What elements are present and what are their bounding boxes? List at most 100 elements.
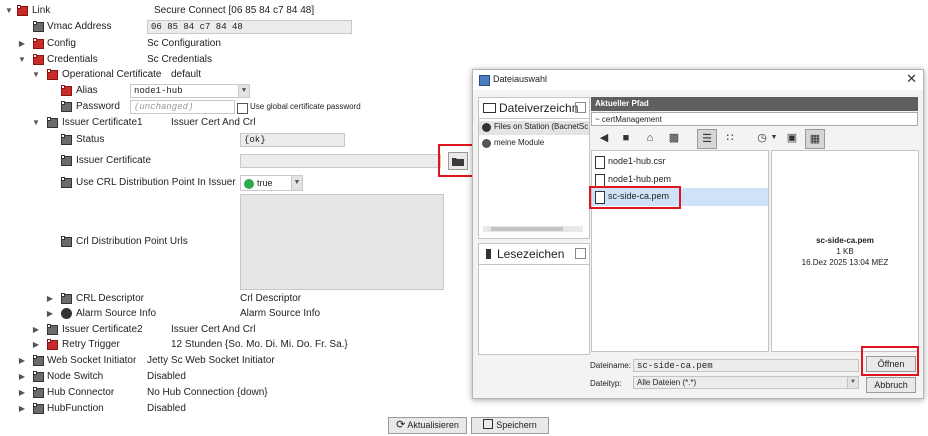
global-password-checkbox[interactable] (237, 103, 248, 114)
tree-label: Hub Connector (47, 387, 115, 398)
scroll-thumb[interactable] (491, 227, 563, 231)
dialog-title-bar[interactable]: Dateiauswahl ✕ (473, 70, 923, 90)
detach-icon[interactable] (575, 102, 586, 113)
save-label: Speichern (496, 420, 537, 430)
password-field[interactable]: (unchanged) (130, 100, 235, 114)
expand-arrow-icon[interactable]: ▶ (17, 36, 27, 52)
tree-row-hub-function[interactable]: ▶ HubFunction Disabled (0, 401, 470, 417)
monitor-icon (483, 103, 496, 113)
filename-input[interactable]: sc-side-ca.pem (633, 359, 859, 372)
tree-row-issuer-certificate2[interactable]: ▶ Issuer Certificate2 Issuer Cert And Cr… (0, 322, 470, 338)
expand-arrow-icon[interactable]: ▼ (17, 52, 27, 68)
highlight-selected-file (589, 186, 681, 209)
root-item-modules[interactable]: meine Module (479, 137, 589, 151)
tree-row-web-socket-initiator[interactable]: ▶ Web Socket Initiator Jetty Sc Web Sock… (0, 353, 470, 369)
expand-arrow-icon[interactable]: ▶ (17, 353, 27, 369)
cancel-button[interactable]: Abbruch (866, 377, 916, 393)
expand-arrow-icon[interactable]: ▶ (45, 306, 55, 322)
tree-row-retry-trigger[interactable]: ▶ Retry Trigger 12 Stunden {So. Mo. Di. … (0, 337, 470, 353)
preview-panel: sc-side-ca.pem 1 KB 16.Dez 2025 13:04 ME… (771, 150, 919, 352)
preview-name: sc-side-ca.pem (816, 236, 874, 245)
tree-row-alarm-source-info[interactable]: ▶ Alarm Source Info Alarm Source Info (0, 306, 470, 322)
chevron-down-icon[interactable]: ▼ (291, 176, 302, 190)
expand-arrow-icon[interactable]: ▶ (17, 369, 27, 385)
tree-row-crl-descriptor[interactable]: ▶ CRL Descriptor Crl Descriptor (0, 291, 470, 307)
tree-row-operational-certificate[interactable]: ▼ Operational Certificate default (0, 67, 470, 83)
chevron-down-icon[interactable]: ▼ (847, 377, 858, 388)
crl-use-value: true (257, 178, 273, 188)
expand-arrow-icon[interactable]: ▶ (31, 337, 41, 353)
details-view-icon[interactable]: ∷ (721, 129, 739, 147)
detach-icon[interactable] (575, 248, 586, 259)
tree-value: Secure Connect [06 85 84 c7 84 48] (154, 5, 315, 16)
filename-label: Dateiname: (590, 361, 631, 370)
expand-arrow-icon[interactable]: ▶ (45, 291, 55, 307)
brick-icon (33, 387, 44, 398)
tree-label: Web Socket Initiator (47, 355, 137, 366)
file-chooser-dialog: Dateiauswahl ✕ Dateiverzeichn Files on S… (472, 69, 924, 399)
expand-arrow-icon[interactable]: ▼ (4, 3, 14, 19)
chevron-down-icon[interactable]: ▼ (238, 85, 249, 97)
tree-label: Operational Certificate (62, 69, 162, 80)
new-folder-icon[interactable]: ▩ (665, 129, 683, 147)
preview-toggle-icon[interactable]: ▦ (805, 129, 825, 149)
list-view-icon[interactable]: ☰ (697, 129, 717, 149)
tree-row-config[interactable]: ▶ Config Sc Configuration (0, 36, 470, 52)
dialog-title: Dateiauswahl (493, 74, 548, 84)
brick-icon (47, 339, 58, 350)
close-icon[interactable]: ✕ (906, 71, 917, 87)
tree-label: Status (76, 134, 105, 145)
directory-panel: Dateiverzeichn Files on Station (BacnetS… (478, 97, 590, 239)
tree-value: 12 Stunden {So. Mo. Di. Mi. Do. Fr. Sa.} (171, 339, 348, 350)
tree-row-hub-connector[interactable]: ▶ Hub Connector No Hub Connection {down} (0, 385, 470, 401)
refresh-button[interactable]: ⟳ Aktualisieren (388, 417, 467, 434)
preview-size: 1 KB (836, 247, 854, 256)
expand-arrow-icon[interactable]: ▼ (31, 67, 41, 83)
brick-icon (61, 236, 72, 247)
brick-icon (33, 21, 44, 32)
directory-hscrollbar[interactable] (483, 226, 583, 232)
expand-arrow-icon[interactable]: ▼ (31, 115, 41, 131)
save-icon[interactable]: ▣ (783, 129, 801, 147)
dialog-toolbar: ◀ ■ ⌂ ▩ ☰ ∷ ◷ ▼ ▣ ▦ (591, 129, 918, 149)
home-icon[interactable]: ⌂ (641, 129, 659, 147)
back-icon[interactable]: ◀ (595, 129, 613, 147)
tree-label: Node Switch (47, 371, 104, 382)
file-item[interactable]: node1-hub.csr (592, 154, 768, 170)
tree-row-alias: Alias node1-hub ▼ (0, 83, 470, 99)
save-button[interactable]: Speichern (471, 417, 549, 434)
tree-label: Alias (76, 85, 98, 96)
brick-icon (33, 54, 44, 65)
bookmarks-panel: Lesezeichen (478, 243, 590, 355)
crl-urls-textarea[interactable] (240, 194, 444, 290)
tree-row-password: Password (unchanged) Use global certific… (0, 99, 470, 115)
tree-row-link[interactable]: ▼ Link Secure Connect [06 85 84 c7 84 48… (0, 3, 470, 19)
path-field[interactable]: ~ certManagement (591, 112, 918, 126)
pin-icon (486, 249, 491, 259)
tree-row-issuer-certificate1[interactable]: ▼ Issuer Certificate1 Issuer Cert And Cr… (0, 115, 470, 131)
brick-icon (33, 403, 44, 414)
folder-up-icon[interactable]: ■ (617, 129, 635, 147)
brick-icon (17, 5, 28, 16)
tree-label: Issuer Certificate1 (62, 117, 143, 128)
chevron-down-icon[interactable]: ▼ (765, 129, 783, 147)
brick-icon (61, 101, 72, 112)
expand-arrow-icon[interactable]: ▶ (17, 401, 27, 417)
brick-icon (47, 69, 58, 80)
highlight-browse-button (438, 144, 474, 177)
crl-use-dropdown[interactable]: true ▼ (240, 175, 303, 191)
brick-icon (61, 293, 72, 304)
expand-arrow-icon[interactable]: ▶ (31, 322, 41, 338)
tree-row-node-switch[interactable]: ▶ Node Switch Disabled (0, 369, 470, 385)
tree-value: Disabled (147, 403, 186, 414)
root-item-station[interactable]: Files on Station (BacnetSc (479, 121, 589, 135)
tree-row-credentials[interactable]: ▼ Credentials Sc Credentials (0, 52, 470, 68)
global-password-label: Use global certificate password (250, 102, 361, 111)
tree-label: Config (47, 38, 76, 49)
globe-icon (482, 123, 491, 132)
alias-dropdown[interactable]: node1-hub ▼ (130, 84, 250, 98)
expand-arrow-icon[interactable]: ▶ (17, 385, 27, 401)
certificate-file-icon (595, 156, 605, 169)
filetype-select[interactable]: Alle Dateien (*.*) ▼ (633, 376, 859, 389)
file-name: node1-hub.pem (608, 174, 672, 184)
